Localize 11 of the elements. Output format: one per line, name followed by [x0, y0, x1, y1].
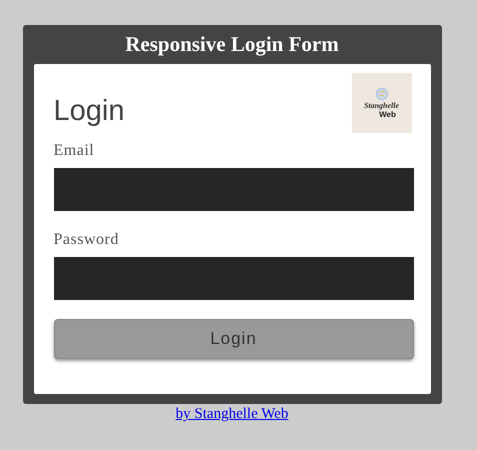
- logo-text: Stanghelle: [364, 101, 400, 110]
- login-button[interactable]: Login: [54, 319, 414, 359]
- globe-icon: [374, 87, 388, 101]
- input-field[interactable]: [54, 257, 414, 300]
- page-title: Responsive Login Form: [124, 31, 340, 58]
- input-field[interactable]: [54, 168, 414, 211]
- field-label: Email: [54, 141, 96, 161]
- logo-text: Web: [379, 110, 396, 119]
- footer-link[interactable]: by Stanghelle Web: [176, 406, 288, 423]
- field-label: Password: [54, 230, 120, 250]
- login-heading: Login: [54, 95, 124, 127]
